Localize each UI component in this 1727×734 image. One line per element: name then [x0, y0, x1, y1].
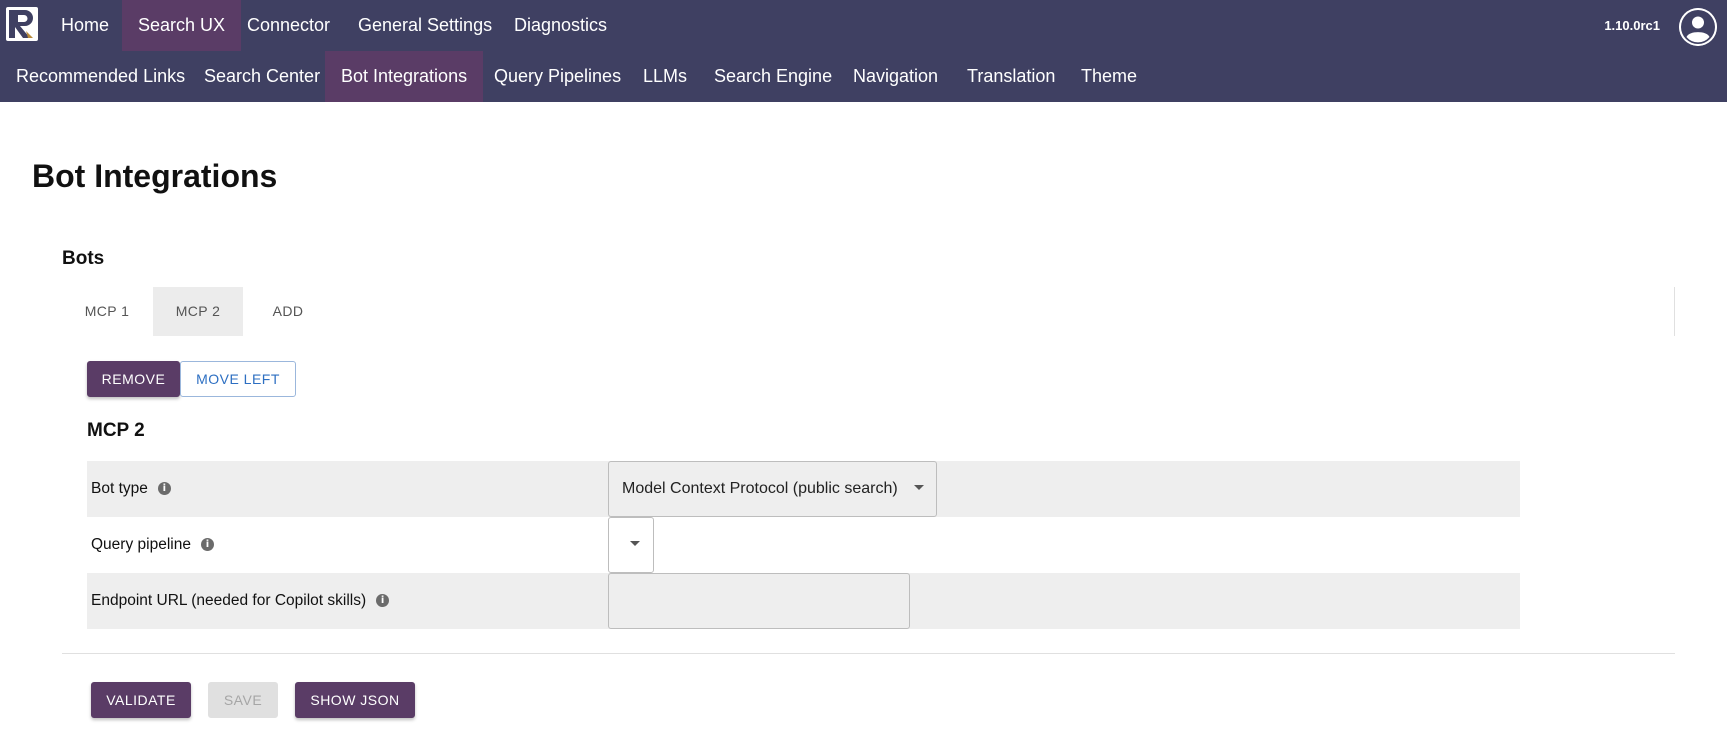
move-left-button[interactable]: MOVE LEFT [180, 361, 296, 397]
nav-connector[interactable]: Connector [231, 0, 346, 51]
page-title: Bot Integrations [32, 158, 278, 194]
bot-name-heading: MCP 2 [87, 420, 145, 441]
nav-diagnostics[interactable]: Diagnostics [498, 0, 623, 51]
nav-llms[interactable]: LLMs [627, 51, 703, 102]
nav-translation[interactable]: Translation [951, 51, 1071, 102]
tab-add[interactable]: ADD [243, 287, 333, 336]
nav-search-engine[interactable]: Search Engine [698, 51, 848, 102]
r-logo-icon[interactable] [6, 7, 38, 41]
endpoint-url-input[interactable] [608, 573, 910, 629]
info-icon[interactable]: i [376, 594, 390, 608]
section-title-bots: Bots [62, 248, 105, 269]
endpoint-url-label: Endpoint URL (needed for Copilot skills)… [91, 573, 390, 629]
nav-navigation[interactable]: Navigation [837, 51, 954, 102]
bot-type-value: Model Context Protocol (public search) [622, 480, 898, 497]
primary-nav: Home Search UX Connector General Setting… [0, 0, 1727, 51]
caret-down-icon [630, 541, 640, 546]
version-label: 1.10.0rc1 [1604, 18, 1660, 33]
query-pipeline-select[interactable] [608, 517, 654, 573]
nav-general-settings[interactable]: General Settings [342, 0, 508, 51]
caret-down-icon [914, 485, 924, 490]
info-icon[interactable]: i [157, 482, 171, 496]
tab-mcp-2[interactable]: MCP 2 [153, 287, 243, 336]
nav-search-center[interactable]: Search Center [188, 51, 336, 102]
nav-home[interactable]: Home [45, 0, 125, 51]
nav-recommended-links[interactable]: Recommended Links [0, 51, 201, 102]
bot-tabs: MCP 1 MCP 2 ADD [62, 287, 1675, 336]
nav-query-pipelines[interactable]: Query Pipelines [478, 51, 637, 102]
remove-button[interactable]: REMOVE [87, 361, 180, 397]
query-pipeline-row: Query pipeline i [87, 517, 1520, 573]
query-pipeline-label: Query pipeline i [91, 517, 214, 573]
nav-theme[interactable]: Theme [1065, 51, 1153, 102]
nav-search-ux[interactable]: Search UX [122, 0, 242, 51]
top-navigation: Home Search UX Connector General Setting… [0, 0, 1727, 102]
user-avatar-icon[interactable] [1679, 8, 1717, 46]
divider [62, 653, 1675, 654]
secondary-nav: Recommended Links Search Center Bot Inte… [0, 51, 1727, 102]
nav-bot-integrations[interactable]: Bot Integrations [325, 51, 484, 102]
show-json-button[interactable]: SHOW JSON [295, 682, 415, 718]
validate-button[interactable]: VALIDATE [91, 682, 191, 718]
save-button[interactable]: SAVE [208, 682, 278, 718]
info-icon[interactable]: i [200, 538, 214, 552]
tab-mcp-1[interactable]: MCP 1 [62, 287, 152, 336]
bot-type-label: Bot type i [91, 461, 171, 517]
bot-type-select[interactable]: Model Context Protocol (public search) [608, 461, 937, 517]
